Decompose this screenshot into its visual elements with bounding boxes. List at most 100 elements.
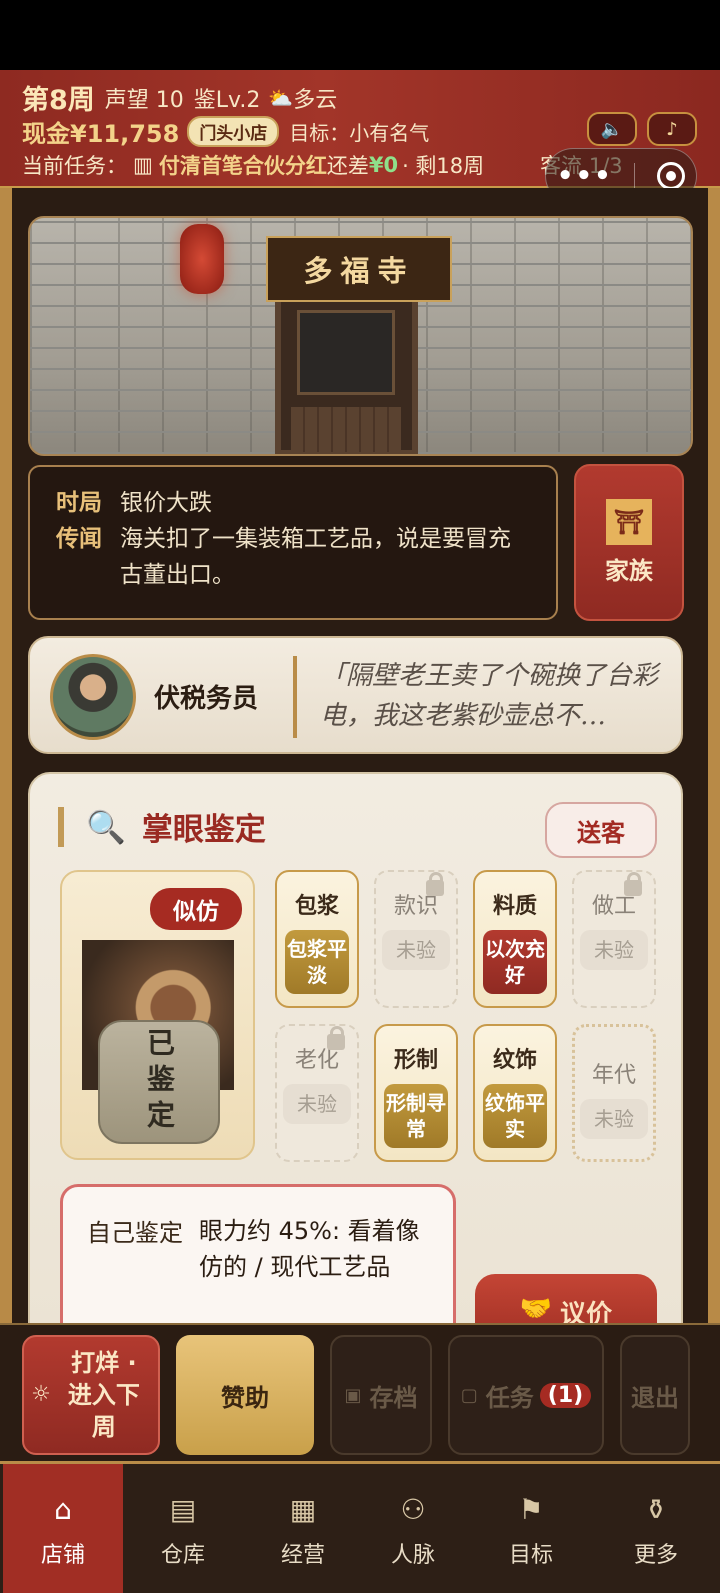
- attr-card-craft[interactable]: 做工 未验: [572, 870, 656, 1008]
- week-label: 第8周: [22, 85, 95, 116]
- nav-tab-warehouse[interactable]: ▤ 仓库: [123, 1464, 243, 1593]
- left-frame: [0, 188, 12, 1343]
- customer-card[interactable]: 伏税务员 「隔壁老王卖了个碗换了台彩电，我这老紫砂壶总不…: [28, 636, 683, 754]
- title-accent-bar: [58, 806, 64, 847]
- vase-icon: ⚱: [644, 1492, 668, 1526]
- shop-door: [275, 296, 418, 454]
- right-frame: [708, 188, 720, 1343]
- cash-label: 现金¥11,758: [22, 120, 180, 148]
- lock-icon: [624, 872, 642, 896]
- send-off-button[interactable]: 送客: [545, 802, 657, 858]
- reputation-label: 声望 10: [104, 87, 184, 113]
- people-icon: ⚇: [400, 1492, 426, 1526]
- attr-value: 以次充好: [483, 930, 547, 994]
- appraise-level-label: 鉴Lv.2: [193, 87, 261, 113]
- attr-card-patina[interactable]: 包浆 包浆平淡: [275, 870, 359, 1008]
- attr-value: 未验: [382, 930, 450, 970]
- nav-tab-goals[interactable]: ⚑ 目标: [471, 1464, 591, 1593]
- sun-icon: ☼: [31, 1382, 51, 1407]
- more-dots-icon[interactable]: •••: [557, 161, 613, 191]
- attr-card-material[interactable]: 料质 以次充好: [473, 870, 557, 1008]
- task-icon: ▢: [460, 1384, 478, 1406]
- attr-card-mark[interactable]: 款识 未验: [374, 870, 458, 1008]
- warehouse-icon: ▤: [169, 1492, 197, 1526]
- nav-label: 店铺: [40, 1543, 85, 1568]
- book-icon: ▥: [133, 153, 153, 177]
- attr-value: 包浆平淡: [285, 930, 349, 994]
- task-name[interactable]: 付清首笔合伙分红: [159, 150, 327, 180]
- goal-label: 目标：小有名气: [289, 121, 430, 145]
- family-button[interactable]: ⛩ 家族: [574, 464, 684, 621]
- task-amount: ¥0: [368, 153, 399, 177]
- music-note-icon: ♪: [666, 118, 678, 140]
- verdict-badge: 似仿: [150, 888, 242, 930]
- nav-tab-business[interactable]: ▦ 经营: [243, 1464, 363, 1593]
- nav-label: 更多: [633, 1543, 678, 1568]
- customer-avatar: [50, 654, 136, 740]
- situation-label: 时局: [56, 490, 102, 516]
- tasks-label: 任务: [485, 1383, 534, 1412]
- self-appraisal-label: 自己鉴定: [87, 1219, 183, 1247]
- attr-label: 包浆: [294, 894, 339, 919]
- attr-value: 未验: [283, 1084, 351, 1124]
- exit-button[interactable]: 退出: [620, 1335, 690, 1455]
- situation-row: 时局 银价大跌: [56, 485, 530, 521]
- appraisal-title: 掌眼鉴定: [141, 812, 266, 848]
- lantern-icon: [180, 224, 224, 294]
- abacus-icon: ▦: [289, 1492, 317, 1526]
- weather-label: 多云: [293, 87, 338, 113]
- appraised-stamp: 已鉴定: [98, 1020, 220, 1144]
- save-label: 存档: [369, 1383, 418, 1412]
- task-short-label: 还差: [326, 154, 369, 178]
- item-card[interactable]: 似仿 已鉴定: [60, 870, 255, 1160]
- attr-card-pattern[interactable]: 纹饰 纹饰平实: [473, 1024, 557, 1162]
- door-panel: [291, 407, 401, 452]
- news-panel: 时局 银价大跌 传闻 海关扣了一集装箱工艺品，说是要冒充古董出口。: [28, 465, 558, 620]
- self-appraisal-result: 眼力约 45%: 看着像仿的 / 现代工艺品: [199, 1217, 420, 1281]
- attr-card-era[interactable]: 年代 未验: [572, 1024, 656, 1162]
- shop-tier-badge: 门头小店: [187, 116, 280, 147]
- handshake-icon: 🤝: [519, 1294, 553, 1324]
- shop-front-image: 多福寺: [28, 216, 693, 456]
- self-appraisal-box: 自己鉴定 眼力约 45%: 看着像仿的 / 现代工艺品: [60, 1184, 456, 1330]
- nav-label: 经营: [280, 1543, 325, 1568]
- family-label: 家族: [605, 557, 653, 585]
- rumor-text: 海关扣了一集装箱工艺品，说是要冒充古董出口。: [120, 526, 511, 588]
- attr-card-shape[interactable]: 形制 形制寻常: [374, 1024, 458, 1162]
- task-label: 当前任务：: [22, 154, 127, 178]
- nav-tab-shop[interactable]: ⌂ 店铺: [3, 1464, 123, 1593]
- next-week-button[interactable]: ☼ 打烊 · 进入下周: [22, 1335, 160, 1455]
- appraisal-panel: 🔍 掌眼鉴定 送客 似仿 已鉴定 包浆 包浆平淡 款识 未验 料质 以次充好 做…: [28, 772, 683, 1332]
- customer-quote: 「隔壁老王卖了个碗换了台彩电，我这老紫砂壶总不…: [320, 661, 659, 731]
- save-button[interactable]: ▣ 存档: [330, 1335, 432, 1455]
- nav-label: 仓库: [160, 1543, 205, 1568]
- task-remaining: · 剩18周: [402, 154, 485, 178]
- cloud-sun-icon: ⛅: [268, 85, 294, 110]
- nav-label: 人脉: [390, 1543, 435, 1568]
- customer-divider: [293, 656, 297, 738]
- attr-label: 年代: [591, 1063, 636, 1088]
- situation-text: 银价大跌: [120, 490, 212, 516]
- tasks-button[interactable]: ▢ 任务 (1): [448, 1335, 604, 1455]
- lock-icon: [327, 1026, 345, 1050]
- pavilion-icon: ⛩: [606, 499, 652, 545]
- rumor-row: 传闻 海关扣了一集装箱工艺品，说是要冒充古董出口。: [56, 521, 530, 593]
- scroll-icon: ⚑: [518, 1492, 544, 1526]
- shop-sign: 多福寺: [266, 236, 452, 302]
- sponsor-button[interactable]: 赞助: [176, 1335, 314, 1455]
- magnifier-icon: 🔍: [86, 807, 126, 846]
- capsule-divider: [634, 163, 636, 189]
- appraisal-title-row: 🔍 掌眼鉴定: [58, 804, 266, 849]
- status-bar-area: [0, 0, 720, 70]
- rumor-label: 传闻: [56, 526, 102, 552]
- close-miniprogram-icon[interactable]: [657, 162, 686, 190]
- music-toggle-button[interactable]: ♪: [647, 112, 697, 146]
- customer-name: 伏税务员: [154, 684, 259, 714]
- attr-card-aging[interactable]: 老化 未验: [275, 1024, 359, 1162]
- sound-toggle-button[interactable]: 🔈: [587, 112, 637, 146]
- door-window: [297, 310, 395, 395]
- nav-tab-contacts[interactable]: ⚇ 人脉: [353, 1464, 473, 1593]
- attr-label: 纹饰: [492, 1048, 537, 1073]
- nav-label: 目标: [508, 1543, 553, 1568]
- nav-tab-more[interactable]: ⚱ 更多: [596, 1464, 716, 1593]
